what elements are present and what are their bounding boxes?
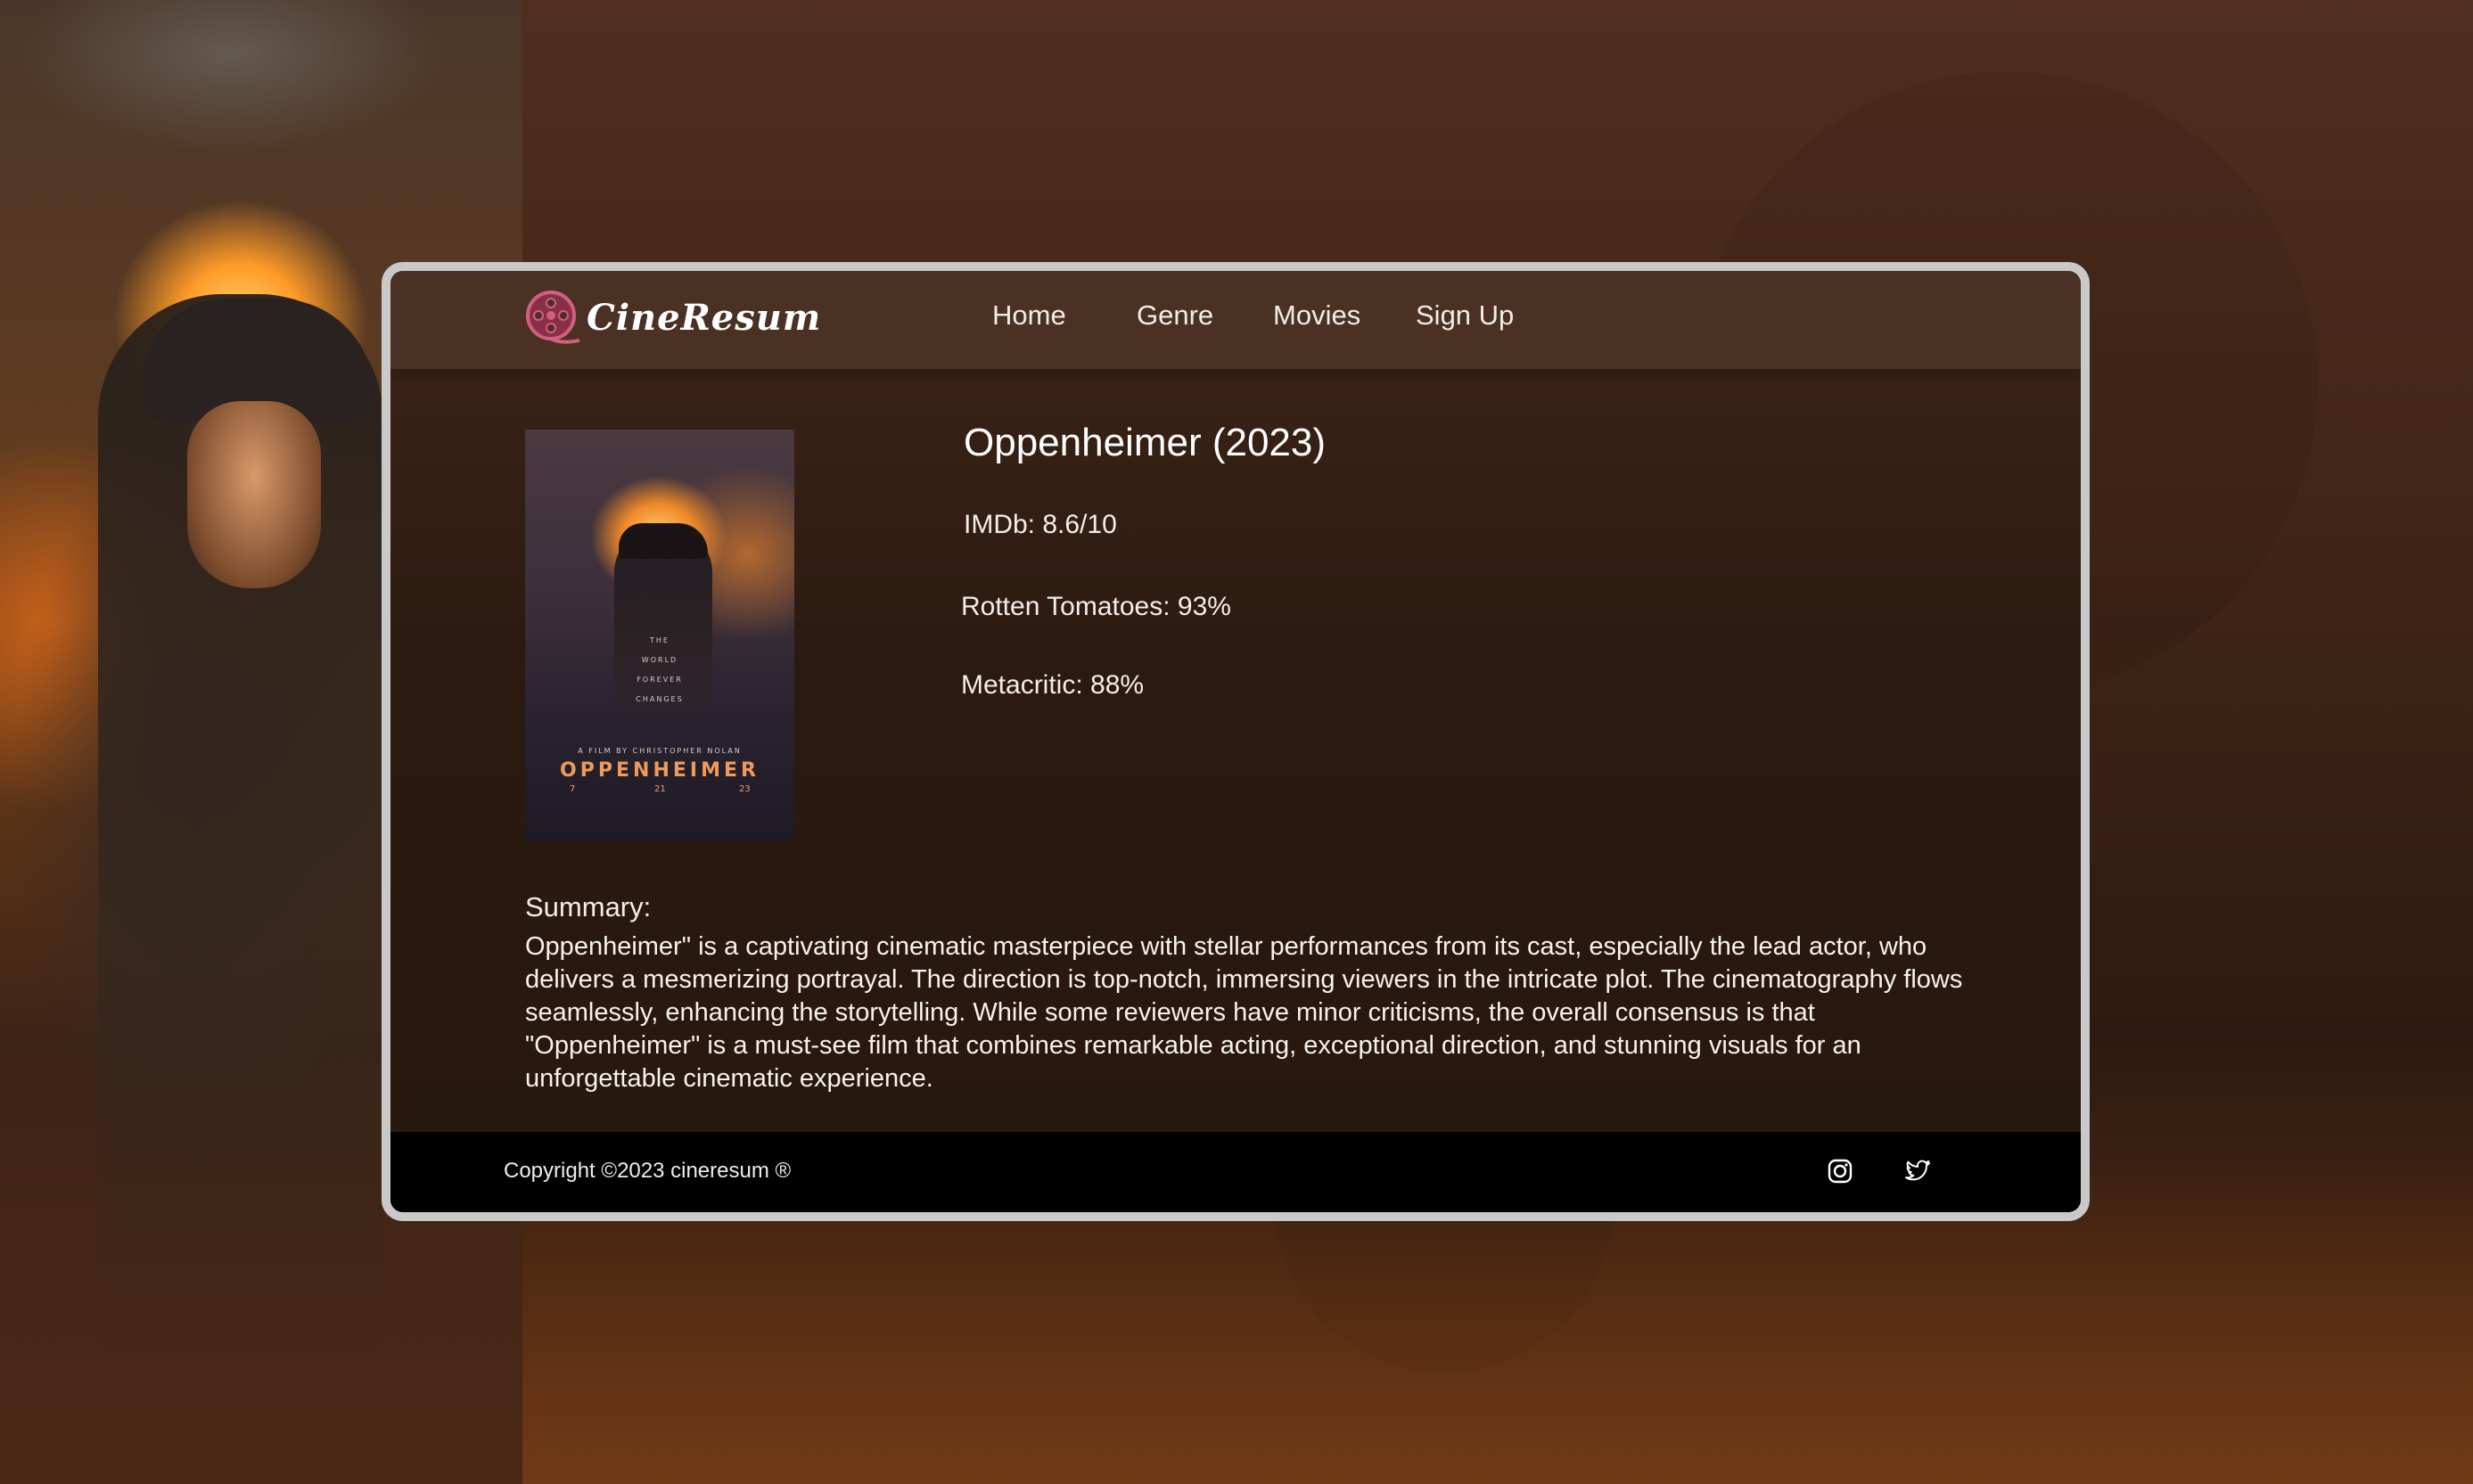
poster-tagline: CHANGES — [636, 695, 684, 703]
navbar: CineResum Home Genre Movies Sign Up — [390, 271, 2081, 369]
metacritic-rating: Metacritic: 88% — [961, 670, 1145, 700]
smoke-cloud — [0, 0, 522, 232]
movie-poster: THE WORLD FOREVER CHANGES A FILM BY CHRI… — [525, 430, 794, 841]
nav-sign-up[interactable]: Sign Up — [1416, 299, 1514, 332]
brand-name: CineResum — [587, 296, 822, 339]
poster-tagline: THE — [650, 636, 670, 644]
poster-tagline: FOREVER — [637, 676, 683, 684]
footer: Copyright ©2023 cineresum ® — [390, 1132, 2081, 1212]
poster-date-month: 7 — [570, 784, 576, 794]
movie-title: Oppenheimer (2023) — [964, 421, 1327, 464]
poster-date-year: 23 — [739, 784, 751, 794]
copyright-text: Copyright ©2023 cineresum ® — [504, 1159, 792, 1183]
nav-movies[interactable]: Movies — [1273, 299, 1360, 332]
nav-home[interactable]: Home — [992, 299, 1066, 332]
poster-hat — [619, 523, 708, 559]
poster-credit: A FILM BY CHRISTOPHER NOLAN — [578, 747, 742, 755]
poster-date-day: 21 — [654, 784, 666, 794]
rotten-tomatoes-rating: Rotten Tomatoes: 93% — [961, 592, 1231, 621]
logo[interactable]: CineResum — [524, 289, 821, 346]
imdb-rating: IMDb: 8.6/10 — [964, 510, 1117, 539]
man-face — [187, 401, 321, 588]
summary-text: Oppenheimer" is a captivating cinematic … — [525, 932, 1963, 1093]
summary-label: Summary: — [525, 891, 652, 922]
twitter-icon[interactable] — [1903, 1157, 1932, 1185]
nav-genre[interactable]: Genre — [1137, 299, 1213, 332]
film-reel-icon — [526, 291, 580, 344]
instagram-icon[interactable] — [1826, 1157, 1854, 1185]
poster-title: OPPENHEIMER — [560, 759, 760, 782]
poster-tagline: WORLD — [641, 656, 678, 664]
movie-card: CineResum Home Genre Movies Sign Up THE … — [382, 262, 2090, 1221]
